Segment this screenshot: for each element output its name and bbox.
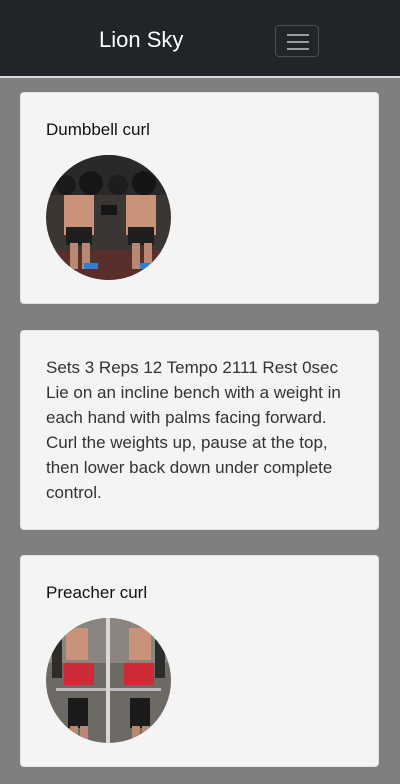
menu-toggle-button[interactable] <box>275 25 319 57</box>
navbar: Lion Sky <box>0 0 400 78</box>
preacher-curl-photo <box>46 618 171 743</box>
dumbbell-curl-photo <box>46 155 171 280</box>
exercise-description: Sets 3 Reps 12 Tempo 2111 Rest 0sec Lie … <box>46 358 341 502</box>
hamburger-menu-icon <box>287 34 309 50</box>
exercise-instructions-card: Sets 3 Reps 12 Tempo 2111 Rest 0sec Lie … <box>20 330 379 530</box>
exercise-card[interactable]: Dumbbell curl <box>20 92 379 304</box>
brand-title[interactable]: Lion Sky <box>99 26 183 54</box>
exercise-list: Dumbbell curl Sets 3 Reps 12 Tempo 2111 … <box>0 80 400 784</box>
exercise-title: Dumbbell curl <box>46 120 150 139</box>
exercise-card[interactable]: Preacher curl <box>20 555 379 767</box>
exercise-title: Preacher curl <box>46 583 148 602</box>
